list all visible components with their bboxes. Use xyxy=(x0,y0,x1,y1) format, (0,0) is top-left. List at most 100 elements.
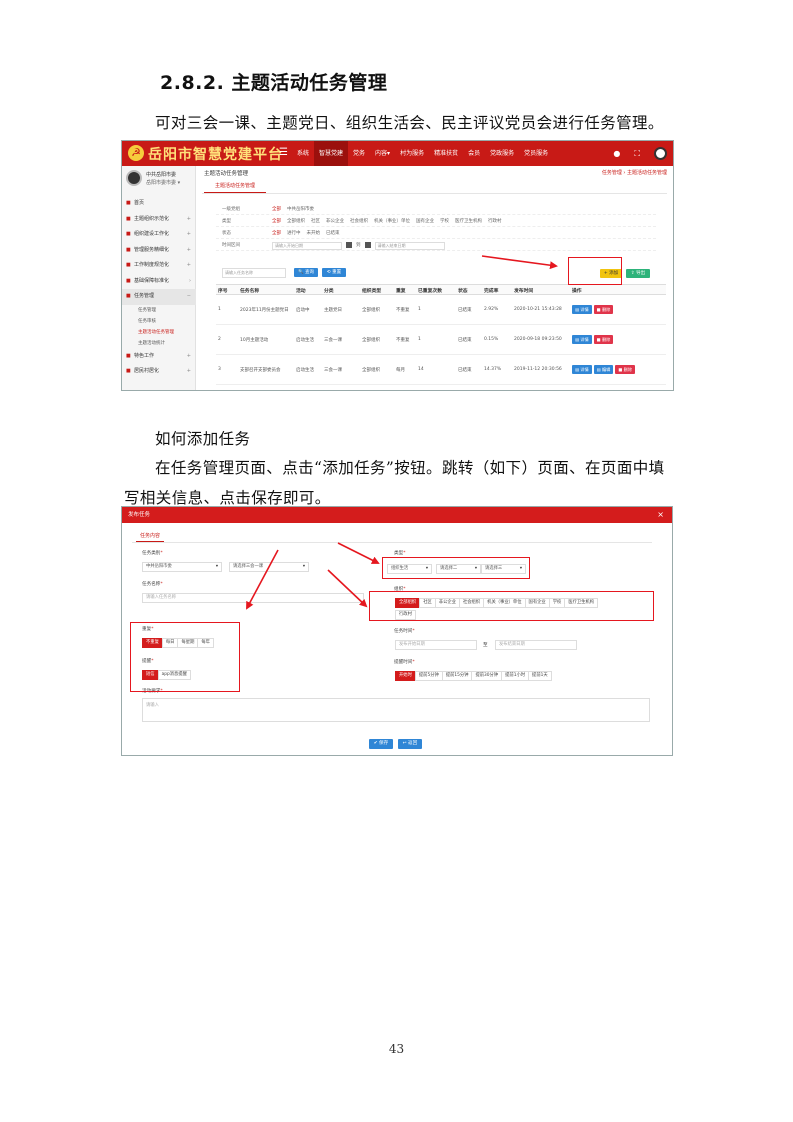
table-cell: 1 xyxy=(418,337,421,342)
filter-option[interactable]: 机关（事业）单位 xyxy=(374,218,410,224)
nav-item-6[interactable]: 会员 xyxy=(463,141,485,166)
remind-time-option[interactable]: 提前1小时 xyxy=(501,671,530,681)
table-row: 3 支部召开支部委员会 启动生活 三会一课 全部组织 每月 14 已结束 14.37% 2019-… xyxy=(216,355,666,385)
filter-options: 全部 进行中 未开始 已结束 xyxy=(272,230,340,236)
sidebar-item-6[interactable]: ■ 任务管理 − xyxy=(122,289,196,305)
filter-option[interactable]: 非公企业 xyxy=(326,218,344,224)
sidebar-subitem-1[interactable]: 任务审核 xyxy=(122,316,196,327)
calendar-icon[interactable] xyxy=(364,242,371,248)
delete-button[interactable]: ■ 删除 xyxy=(615,365,636,374)
filter-option[interactable]: 全部 xyxy=(272,230,281,236)
end-date-input[interactable]: 发布结束日期 xyxy=(495,640,577,650)
avatar-icon[interactable] xyxy=(654,147,667,160)
sidebar-item-2[interactable]: ■ 组织建设工作化 + xyxy=(122,227,196,243)
filter-option[interactable]: 学校 xyxy=(440,218,449,224)
sidebar-subitem-2[interactable]: 主题活动任务管理 xyxy=(122,327,196,338)
start-date-input[interactable]: 请输入开始日期 xyxy=(272,242,342,250)
start-date-input[interactable]: 发布开始日期 xyxy=(395,640,477,650)
task-name-input[interactable]: 请输入任务名称 xyxy=(142,593,364,603)
filter-option[interactable]: 未开始 xyxy=(307,230,321,236)
expand-icon[interactable]: ⛶ xyxy=(634,149,640,159)
sidebar-subitem-0[interactable]: 任务管理 xyxy=(122,305,196,316)
breadcrumb[interactable]: 任务管理 › 主题活动任务管理 xyxy=(602,169,667,176)
sidebar-item-label: 基础保障标准化 xyxy=(134,277,170,284)
row-actions: ▤ 详情 ■ 删除 xyxy=(570,295,666,324)
nav-item-4[interactable]: 村为服务 xyxy=(395,141,429,166)
nav-item-3[interactable]: 内容▾ xyxy=(370,141,395,166)
back-button[interactable]: ↩ 返回 xyxy=(398,739,422,749)
intro-paragraph: 可对三会一课、主题党日、组织生活会、民主评议党员会进行任务管理。 xyxy=(155,114,664,132)
bell-icon[interactable]: ● xyxy=(613,149,620,158)
reset-button[interactable]: ⟲ 重置 xyxy=(322,268,346,277)
nav-item-5[interactable]: 精准扶贫 xyxy=(429,141,463,166)
filter-option[interactable]: 国有企业 xyxy=(416,218,434,224)
task-name-search-input[interactable]: 请输入任务名称 xyxy=(222,268,286,278)
tab-task-content[interactable]: 任务内容 xyxy=(136,530,165,542)
task-icon: ■ xyxy=(126,293,131,299)
sidebar-subitem-3[interactable]: 主题活动统计 xyxy=(122,338,196,349)
sidebar-item-3[interactable]: ■ 管理服务精细化 + xyxy=(122,243,196,259)
close-icon[interactable]: × xyxy=(657,507,664,523)
sidebar-item-arrow: + xyxy=(186,262,191,268)
calendar-icon[interactable] xyxy=(346,242,352,248)
detail-button[interactable]: ▤ 详情 xyxy=(572,305,592,314)
how-to-title: 如何添加任务 xyxy=(155,430,251,448)
nav-item-2[interactable]: 党务 xyxy=(348,141,370,166)
shield-icon: ■ xyxy=(126,277,131,284)
export-button[interactable]: ⇪ 导出 xyxy=(626,269,650,278)
remind-time-option[interactable]: 提前30分钟 xyxy=(471,671,503,681)
delete-button[interactable]: ■ 删除 xyxy=(593,335,614,344)
remind-time-option[interactable]: 提前15分钟 xyxy=(441,671,473,681)
table-cell: 0.15% xyxy=(484,337,499,342)
edit-button[interactable]: ▤ 编辑 xyxy=(593,365,614,374)
detail-button[interactable]: ▤ 详情 xyxy=(572,365,592,374)
table-cell: 全部组织 xyxy=(362,307,380,313)
sidebar-item-after-0[interactable]: ■ 特色工作 + xyxy=(122,349,196,365)
nav-item-8[interactable]: 党员服务 xyxy=(519,141,553,166)
filter-option[interactable]: 中共岳阳市委 xyxy=(287,206,314,212)
menu-icon[interactable]: ☰ xyxy=(279,147,288,158)
table-cell: 14 xyxy=(418,367,424,372)
filter-option[interactable]: 全部组织 xyxy=(287,218,305,224)
sidebar-item-arrow: + xyxy=(186,231,191,237)
filter-option[interactable]: 社区 xyxy=(311,218,320,224)
filter-option[interactable]: 社会组织 xyxy=(350,218,368,224)
filter-label: 时间区间 xyxy=(222,243,240,248)
tab-task-management[interactable]: 主题活动任务管理 xyxy=(204,180,266,193)
user-org[interactable]: 岳阳市委市委 ▾ xyxy=(146,179,180,186)
remind-time-option[interactable]: 开始时 xyxy=(395,671,416,681)
filter-option[interactable]: 医疗卫生机构 xyxy=(455,218,482,224)
filter-option[interactable]: 已结束 xyxy=(326,230,340,236)
sidebar-item-label: 任务管理 xyxy=(134,293,155,299)
sidebar-item-label: 首页 xyxy=(134,200,145,206)
nav-item-0[interactable]: 系统 xyxy=(292,141,314,166)
category-select[interactable]: 中共岳阳市委 ▾ xyxy=(142,562,222,572)
search-button[interactable]: 🔍 查询 xyxy=(294,268,318,277)
filter-option[interactable]: 全部 xyxy=(272,206,281,212)
remind-time-option[interactable]: 提前1天 xyxy=(528,671,552,681)
filter-option[interactable]: 行政村 xyxy=(488,218,502,224)
user-avatar xyxy=(126,170,142,186)
save-button[interactable]: ✔ 保存 xyxy=(369,739,393,749)
table-cell: 2.92% xyxy=(484,307,499,312)
sidebar-item-label: 组织建设工作化 xyxy=(134,231,170,237)
remind-time-option[interactable]: 提前5分钟 xyxy=(414,671,443,681)
filter-option[interactable]: 全部 xyxy=(272,218,281,224)
table-cell: 三会一课 xyxy=(324,367,342,373)
desc-textarea[interactable]: 请输入 xyxy=(142,698,650,722)
sidebar-item-after-1[interactable]: ■ 居民村居化 + xyxy=(122,364,196,380)
detail-button[interactable]: ▤ 详情 xyxy=(572,335,592,344)
date-separator: 至 xyxy=(483,643,488,648)
delete-button[interactable]: ■ 删除 xyxy=(593,305,614,314)
sidebar-item-4[interactable]: ■ 工作制度规范化 + xyxy=(122,258,196,274)
task-name-label: 任务名称* xyxy=(142,582,163,587)
filter-option[interactable]: 进行中 xyxy=(287,230,301,236)
sidebar-item-5[interactable]: ■ 基础保障标准化 › xyxy=(122,274,196,290)
nav-item-7[interactable]: 党政服务 xyxy=(485,141,519,166)
table-cell: 启动生活 xyxy=(296,337,314,343)
sidebar-item-0[interactable]: ■ 首页 xyxy=(122,196,196,212)
nav-item-1[interactable]: 智慧党建 xyxy=(314,141,349,166)
sidebar-item-1[interactable]: ■ 主题组织示范化 + xyxy=(122,212,196,228)
end-date-input[interactable]: 请输入结束日期 xyxy=(374,242,445,250)
category-type-select[interactable]: 请选择三会一课 ▾ xyxy=(229,562,309,572)
